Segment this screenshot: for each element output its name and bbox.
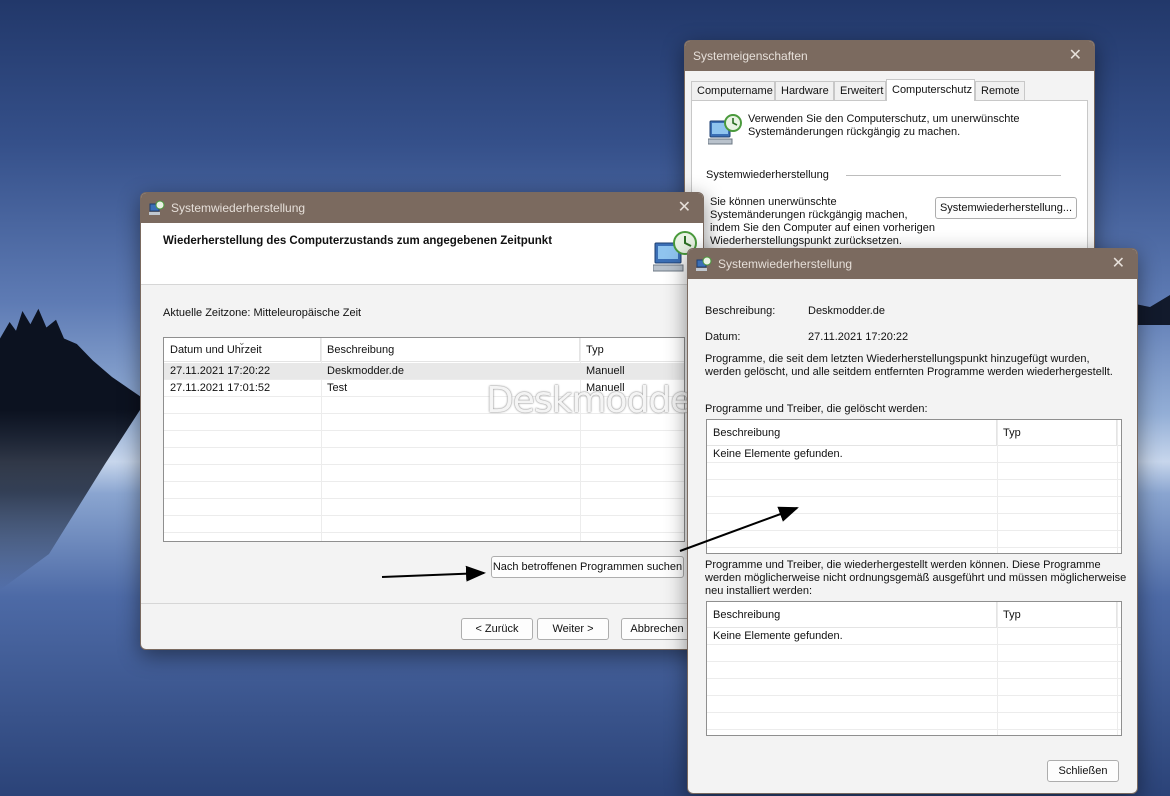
tab-computerschutz[interactable]: Computerschutz	[886, 79, 975, 101]
annotation-arrows	[381, 506, 799, 582]
arrow-to-scan-button	[381, 565, 486, 582]
arrow-to-deleted-list	[679, 506, 799, 552]
